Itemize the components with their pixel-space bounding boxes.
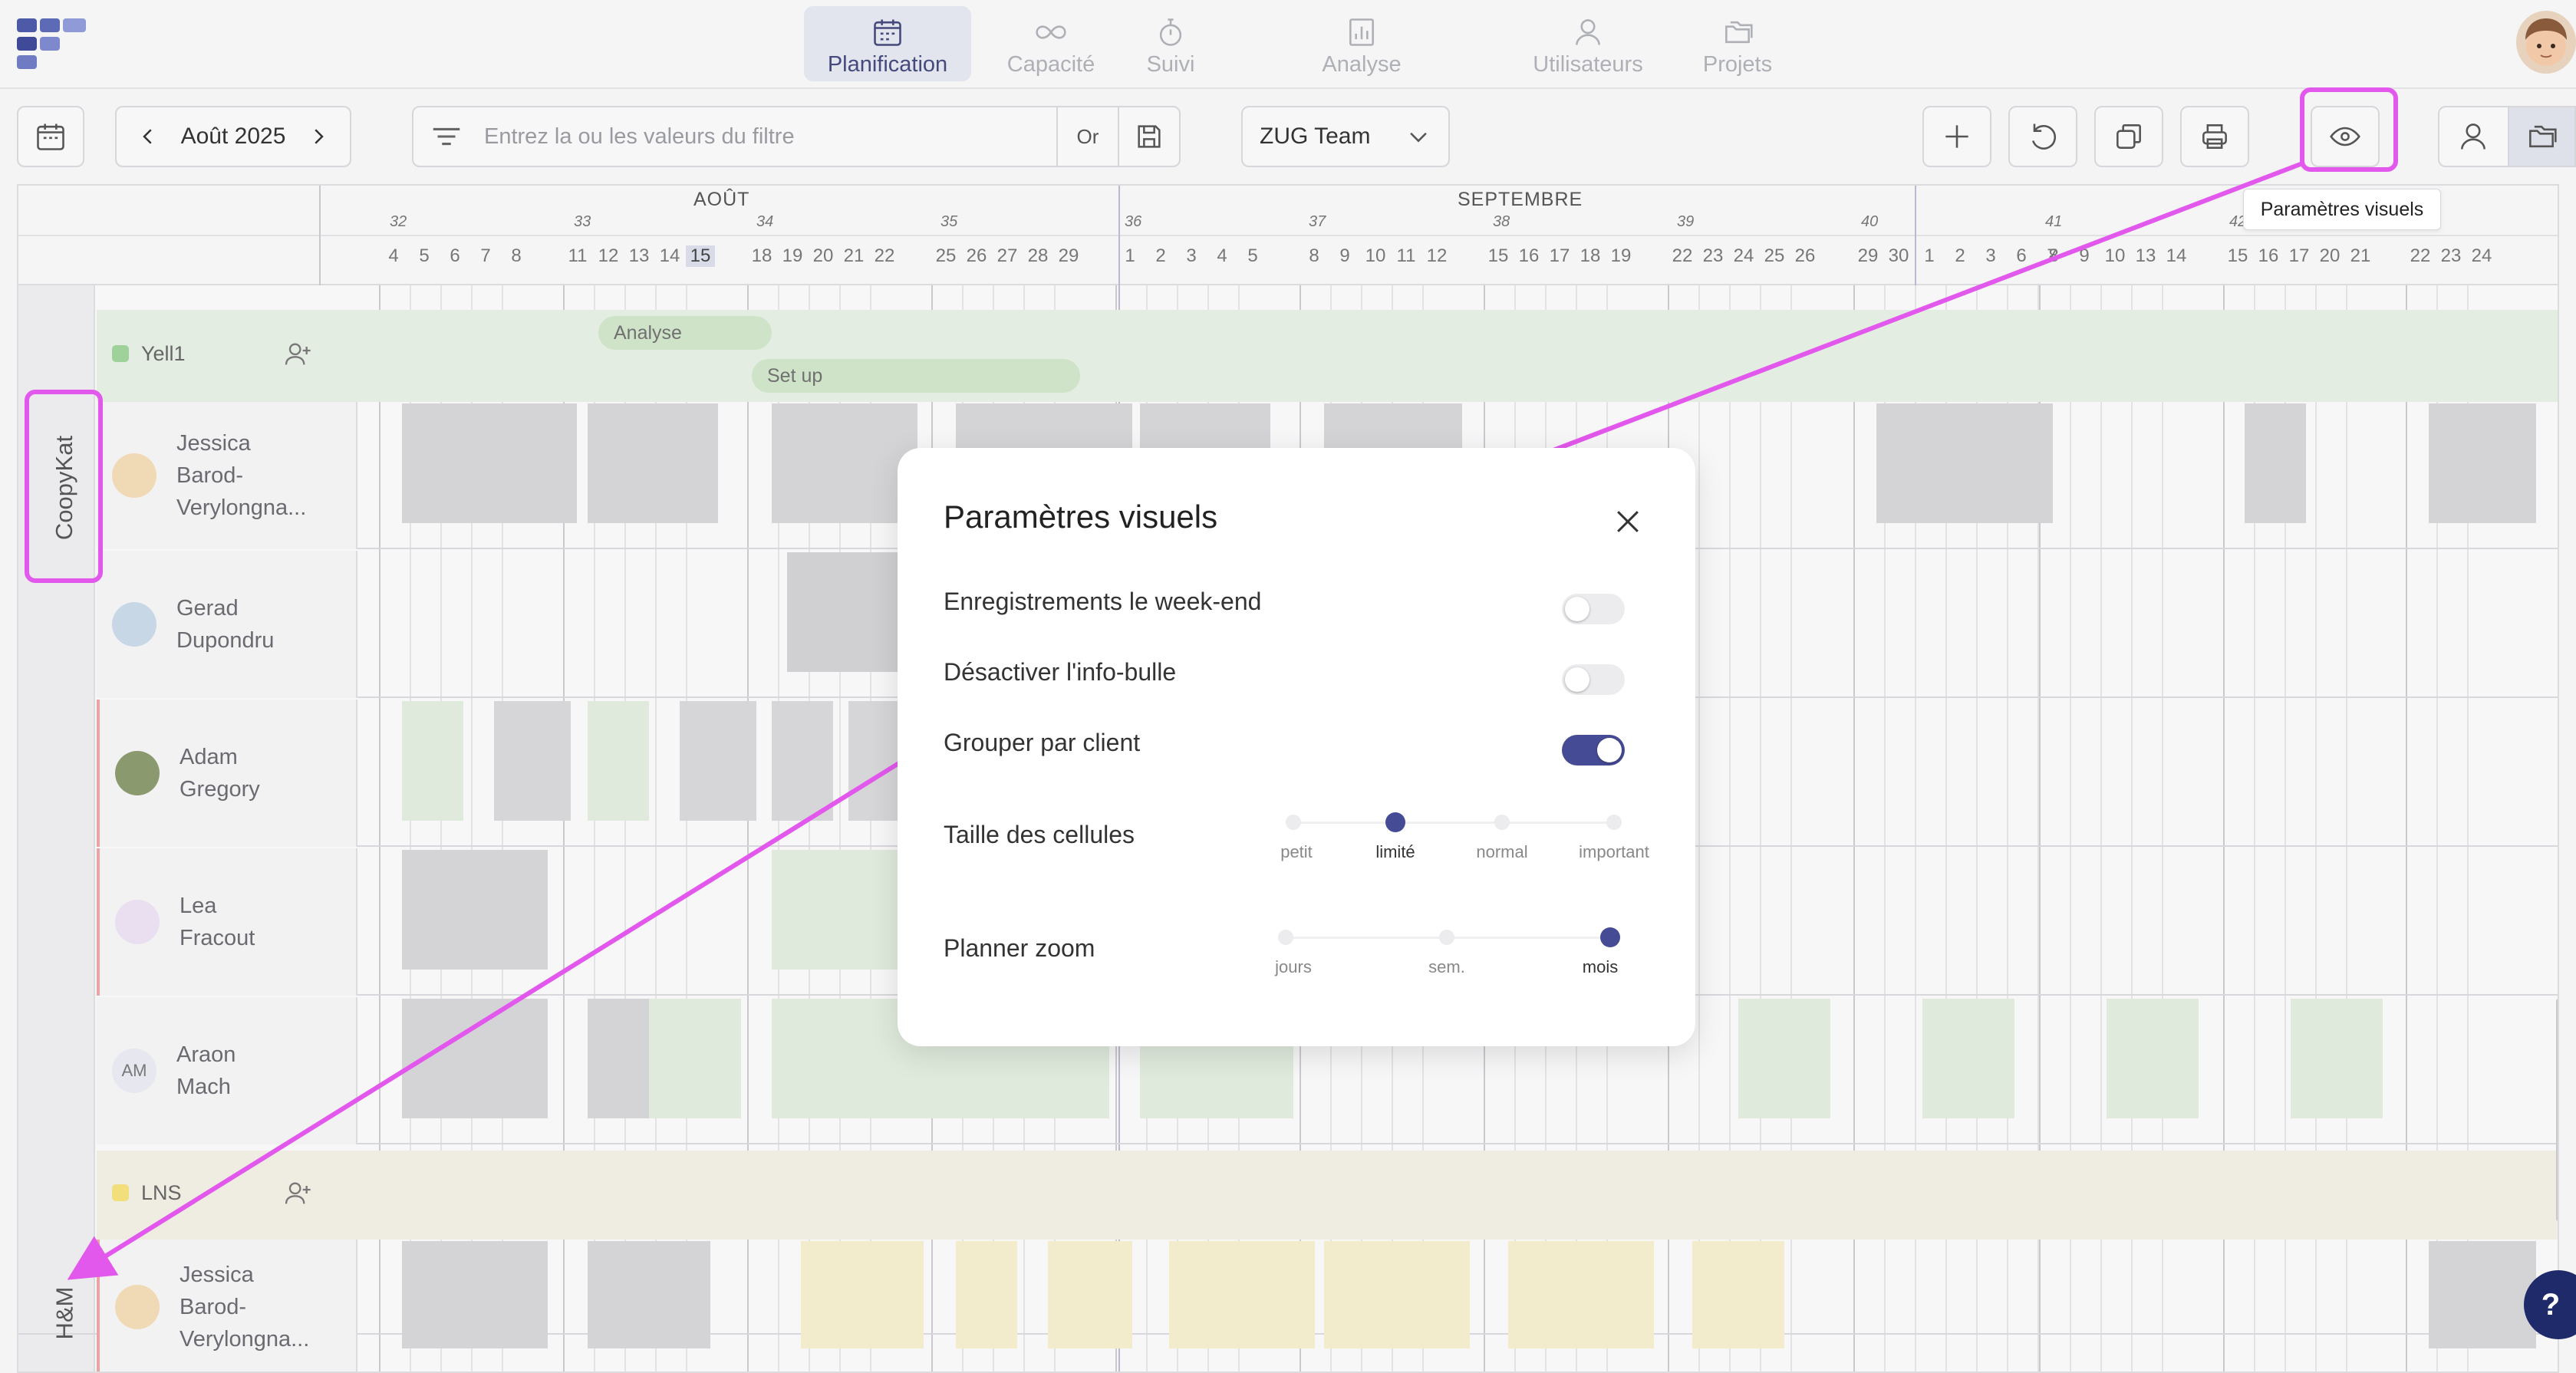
slider-option: mois [1582, 957, 1619, 976]
arrow-to-group [67, 742, 931, 1280]
weekend-toggle[interactable] [1562, 594, 1625, 624]
visual-settings-dialog: Paramètres visuels Enregistrements le we… [898, 448, 1695, 1046]
close-icon [1617, 511, 1639, 532]
tooltip-toggle[interactable] [1562, 664, 1625, 695]
dialog-title: Paramètres visuels [944, 499, 1218, 535]
slider-option: jours [1275, 957, 1312, 976]
zoom-slider[interactable]: jours sem. mois [1275, 927, 1623, 976]
close-button[interactable] [1611, 505, 1645, 538]
slider-stop-selected[interactable] [1385, 812, 1405, 832]
slider-stop[interactable] [1278, 930, 1293, 945]
setting-label: Taille des cellules [944, 821, 1135, 848]
slider-option: normal [1476, 842, 1528, 861]
slider-option: limité [1375, 842, 1415, 861]
slider-stop[interactable] [1606, 815, 1622, 830]
slider-stop[interactable] [1439, 930, 1454, 945]
slider-stop[interactable] [1286, 815, 1301, 830]
group-by-client-toggle[interactable] [1562, 735, 1625, 766]
setting-label: Grouper par client [944, 729, 1141, 756]
slider-stop[interactable] [1494, 815, 1510, 830]
cell-size-slider[interactable]: petit limité normal important [1280, 812, 1649, 861]
setting-label: Planner zoom [944, 934, 1095, 962]
setting-label: Enregistrements le week-end [944, 588, 1262, 615]
setting-label: Désactiver l'info-bulle [944, 658, 1177, 686]
slider-option: important [1579, 842, 1649, 861]
slider-option: petit [1280, 842, 1313, 861]
slider-option: sem. [1428, 957, 1465, 976]
slider-track [1293, 821, 1611, 824]
slider-stop-selected[interactable] [1600, 927, 1620, 947]
